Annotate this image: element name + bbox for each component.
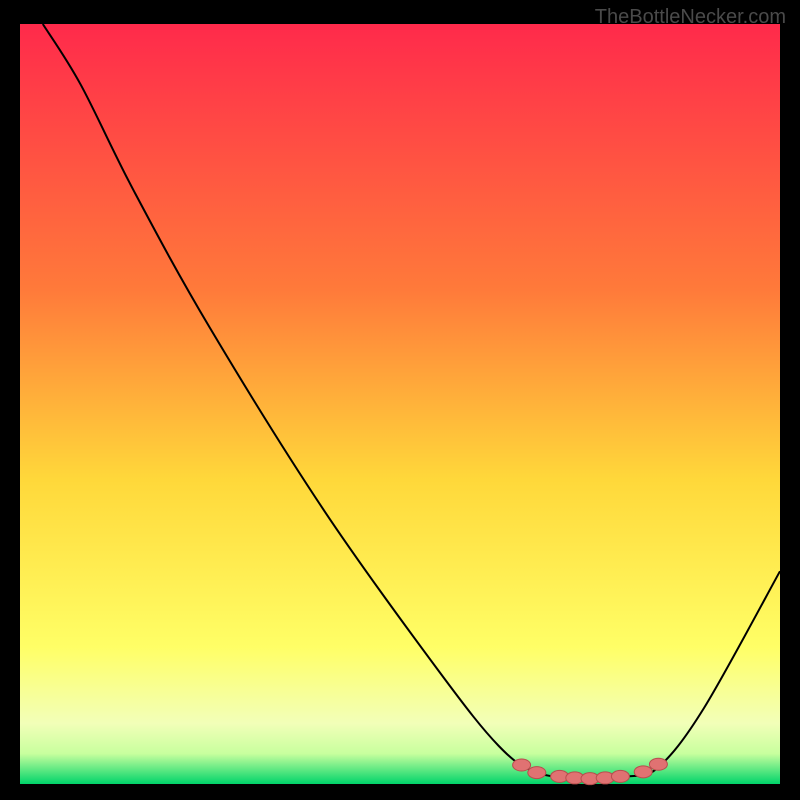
marker-dot bbox=[528, 767, 546, 779]
plot-background bbox=[20, 24, 780, 784]
marker-dot bbox=[634, 766, 652, 778]
chart-container: TheBottleNecker.com bbox=[0, 0, 800, 800]
marker-dot bbox=[649, 758, 667, 770]
marker-dot bbox=[513, 759, 531, 771]
bottleneck-chart bbox=[0, 0, 800, 800]
marker-dot bbox=[611, 770, 629, 782]
attribution-label: TheBottleNecker.com bbox=[595, 6, 786, 29]
